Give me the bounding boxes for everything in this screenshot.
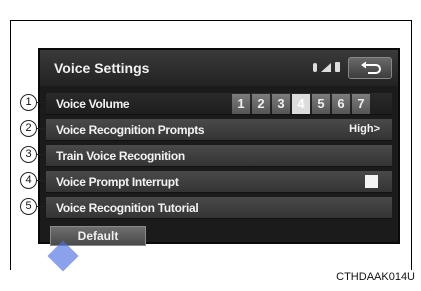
volume-level-5[interactable]: 5: [312, 94, 330, 114]
callout-5: 5: [20, 198, 37, 215]
voice-recognition-prompts-label: Voice Recognition Prompts: [56, 123, 205, 137]
frame-top-line: [10, 20, 411, 21]
figure-code: CTHDAAK014U: [336, 271, 415, 283]
voice-recognition-prompts-row[interactable]: Voice Recognition Prompts High>: [46, 119, 392, 141]
voice-volume-label: Voice Volume: [56, 97, 130, 111]
volume-level-4[interactable]: 4: [292, 94, 310, 114]
voice-recognition-prompts-value: High>: [349, 123, 380, 135]
voice-recognition-tutorial-label: Voice Recognition Tutorial: [56, 201, 199, 215]
volume-level-6[interactable]: 6: [332, 94, 350, 114]
title-bar: Voice Settings: [40, 50, 398, 86]
callout-5-leader: [37, 206, 45, 207]
train-voice-recognition-row[interactable]: Train Voice Recognition: [46, 145, 392, 167]
volume-level-2[interactable]: 2: [252, 94, 270, 114]
callout-3-leader: [37, 154, 45, 155]
callout-1: 1: [20, 94, 37, 111]
train-voice-recognition-label: Train Voice Recognition: [56, 149, 185, 163]
voice-recognition-tutorial-row[interactable]: Voice Recognition Tutorial: [46, 197, 392, 219]
bluetooth-icon: [313, 63, 317, 72]
callout-2: 2: [20, 120, 37, 137]
voice-prompt-interrupt-checkbox[interactable]: [365, 175, 378, 188]
signal-icon: [321, 63, 331, 72]
frame-right-line: [411, 20, 412, 270]
status-icons: [313, 62, 340, 72]
volume-level-3[interactable]: 3: [272, 94, 290, 114]
battery-icon: [335, 62, 340, 72]
callout-3: 3: [20, 146, 37, 163]
voice-prompt-interrupt-row[interactable]: Voice Prompt Interrupt: [46, 171, 392, 193]
voice-volume-row: Voice Volume 1 2 3 4 5 6 7: [46, 93, 392, 115]
voice-settings-screen: Voice Settings Voice Volume 1 2 3 4 5 6 …: [38, 48, 400, 246]
volume-level-1[interactable]: 1: [232, 94, 250, 114]
voice-prompt-interrupt-label: Voice Prompt Interrupt: [56, 175, 179, 189]
frame-left-line: [10, 20, 11, 270]
callout-4: 4: [20, 172, 37, 189]
callout-1-leader: [37, 102, 45, 103]
callout-4-leader: [37, 180, 45, 181]
back-arrow-icon: [361, 61, 381, 74]
screen-title: Voice Settings: [54, 60, 150, 76]
volume-level-selector: 1 2 3 4 5 6 7: [232, 94, 370, 114]
callout-2-leader: [37, 128, 45, 129]
back-button[interactable]: [348, 57, 392, 79]
volume-level-7[interactable]: 7: [352, 94, 370, 114]
